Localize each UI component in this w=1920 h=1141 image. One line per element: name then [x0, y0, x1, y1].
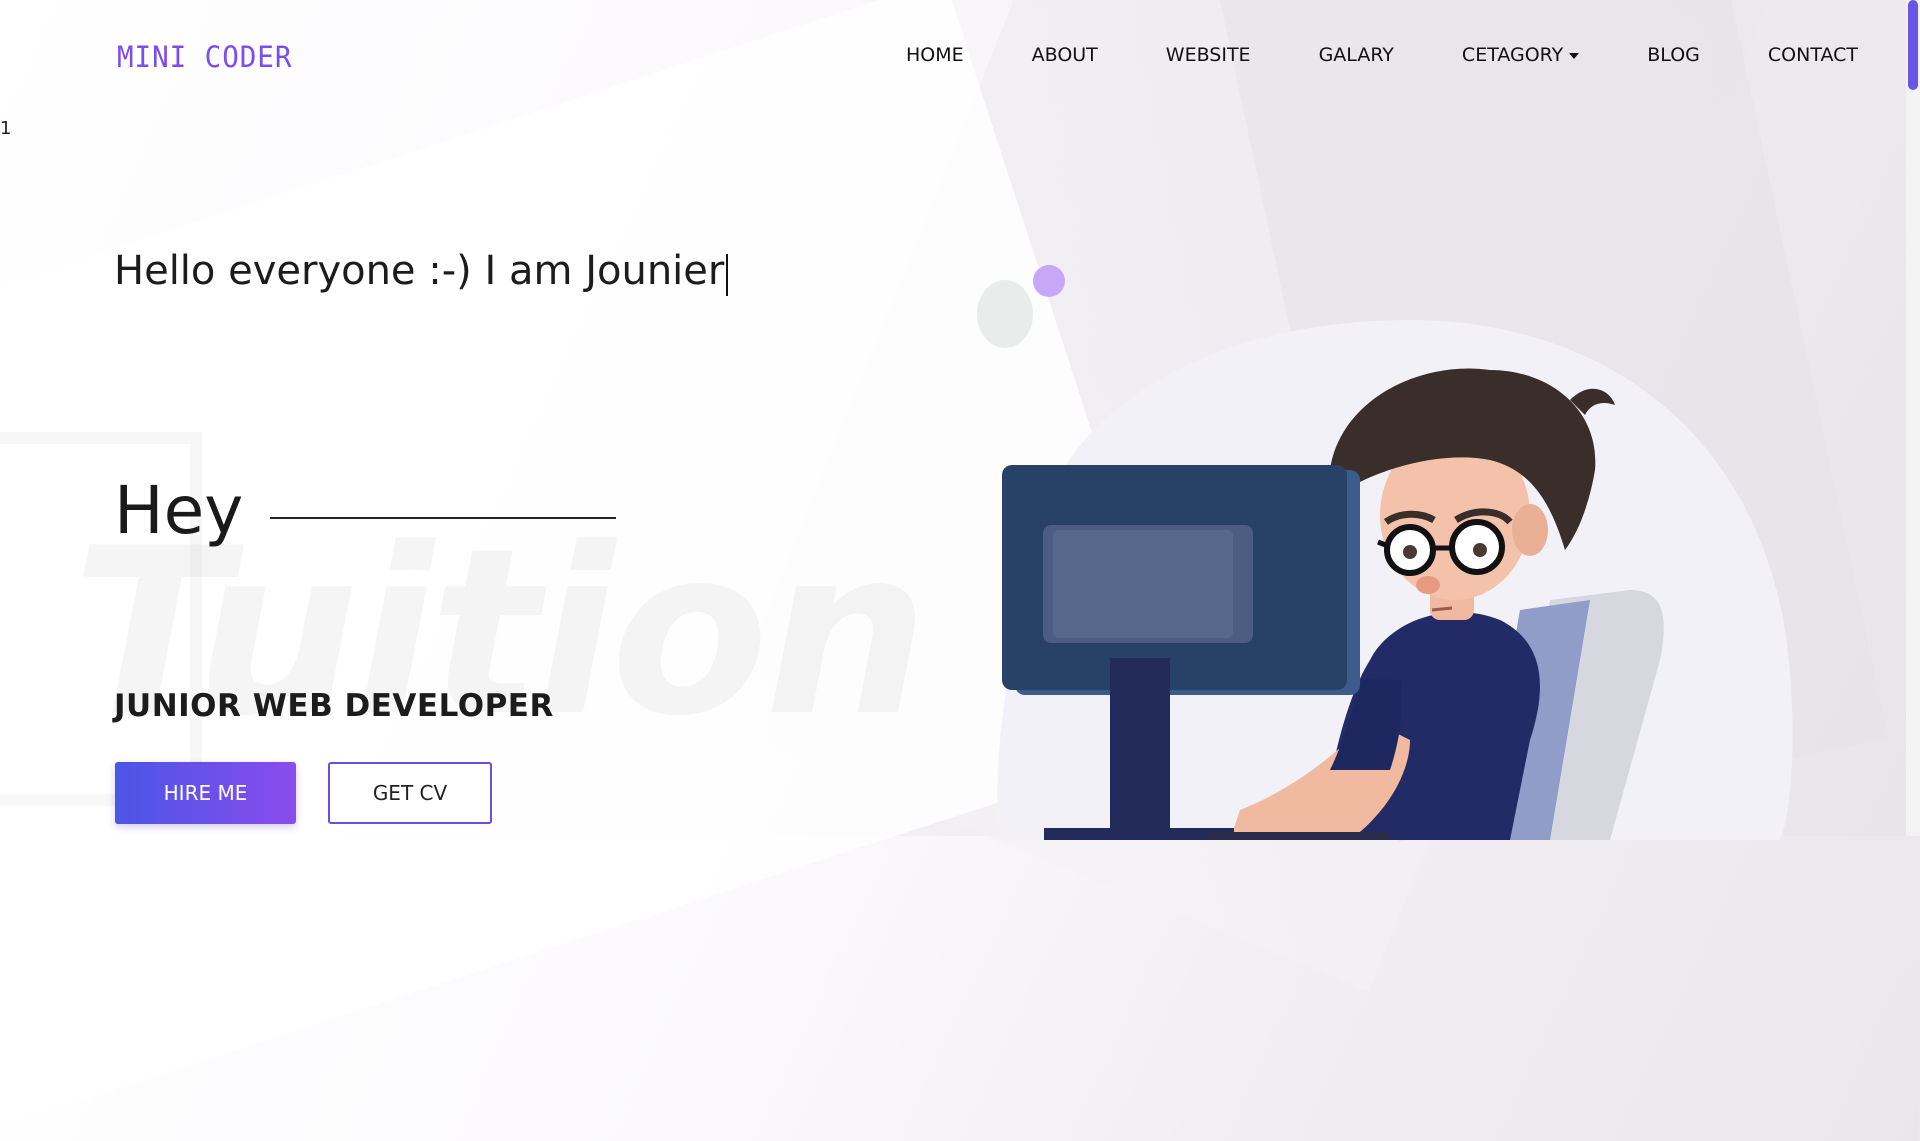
get-cv-button[interactable]: GET CV	[328, 762, 492, 824]
ear	[1512, 504, 1548, 556]
hey-underline	[270, 517, 616, 519]
monitor-base	[1044, 828, 1234, 840]
developer-illustration	[997, 320, 1793, 840]
greeting-text: Hello everyone :-) I am Jounier	[114, 248, 725, 294]
nav-item-website[interactable]: WEBSITE	[1166, 44, 1251, 66]
monitor-stand	[1110, 658, 1170, 840]
nose	[1416, 576, 1440, 594]
nav-item-home[interactable]: HOME	[906, 44, 964, 66]
typing-greeting: Hello everyone :-) I am Jounier	[114, 248, 729, 296]
keyboard	[1210, 832, 1390, 840]
stray-text: 1	[0, 118, 12, 139]
mouth	[1431, 606, 1453, 612]
scrollbar-thumb[interactable]	[1908, 0, 1918, 90]
hire-me-button[interactable]: HIRE ME	[115, 762, 296, 824]
eye-right	[1473, 543, 1487, 557]
nav-item-about[interactable]: ABOUT	[1032, 44, 1098, 66]
eye-left	[1403, 545, 1417, 559]
scrollbar-track[interactable]	[1906, 0, 1920, 836]
nav-item-galary[interactable]: GALARY	[1319, 44, 1394, 66]
job-title: JUNIOR WEB DEVELOPER	[114, 688, 554, 724]
monitor-window-inner	[1053, 530, 1233, 638]
site-logo[interactable]: MINI CODER	[117, 40, 292, 74]
text-cursor	[726, 254, 729, 296]
nav-item-cetagory-dropdown[interactable]: CETAGORY	[1462, 44, 1579, 66]
decorative-dot	[1033, 265, 1065, 297]
hey-heading: Hey	[114, 472, 244, 549]
nav-item-contact[interactable]: CONTACT	[1768, 44, 1858, 66]
nav-item-blog[interactable]: BLOG	[1647, 44, 1700, 66]
main-nav: HOME ABOUT WEBSITE GALARY CETAGORY BLOG …	[838, 44, 1858, 66]
